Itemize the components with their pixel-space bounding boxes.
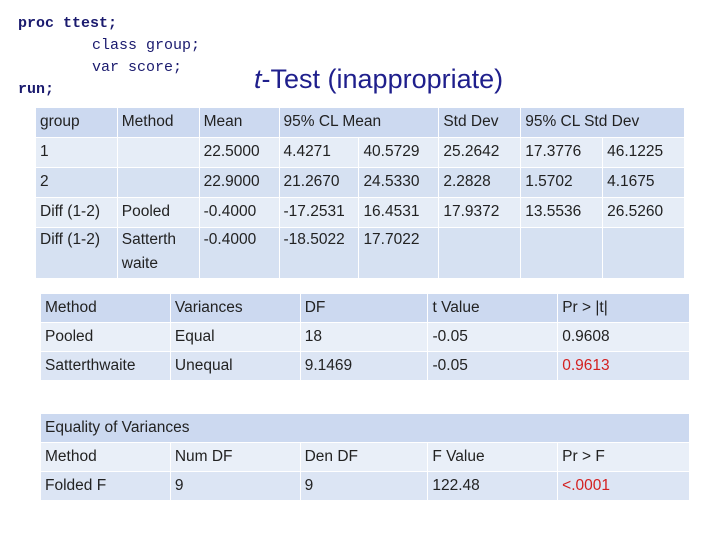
table-row: 1 22.5000 4.4271 40.5729 25.2642 17.3776… <box>35 137 685 168</box>
cell: -0.05 <box>427 322 559 352</box>
highlighted-p-value: <.0001 <box>557 471 690 501</box>
cell: 122.48 <box>427 471 559 501</box>
slide-title-italic: t <box>254 64 262 94</box>
header-cell: DF <box>299 293 429 323</box>
cell: 4.4271 <box>278 137 360 168</box>
header-cell: Method <box>40 442 171 472</box>
cell: 13.5536 <box>520 197 604 228</box>
table-row: 2 22.9000 21.2670 24.5330 2.2828 1.5702 … <box>35 167 685 198</box>
code-line-run: run; <box>18 81 55 98</box>
cell: 16.4531 <box>358 197 440 228</box>
header-cell: Method <box>116 107 200 138</box>
cell: 2 <box>35 167 118 198</box>
cell: 1 <box>35 137 118 168</box>
ttest-table: Method Variances DF t Value Pr > |t| Poo… <box>40 293 690 381</box>
cell-line: waite <box>121 255 158 272</box>
cell: Folded F <box>40 471 171 501</box>
cell: 17.3776 <box>520 137 604 168</box>
cell: 0.9608 <box>557 322 690 352</box>
cell: -0.4000 <box>198 227 280 279</box>
cell <box>116 167 200 198</box>
cell: 1.5702 <box>520 167 604 198</box>
cell <box>438 227 522 279</box>
sas-code-block: proc ttest; class group; var score; run; <box>18 13 200 101</box>
cell: 26.5260 <box>602 197 685 228</box>
table-row: Folded F 9 9 122.48 <.0001 <box>40 471 690 501</box>
header-cell: Den DF <box>299 442 429 472</box>
cell: Equal <box>169 322 301 352</box>
cell: 4.1675 <box>602 167 685 198</box>
header-cell: 95% CL Mean <box>278 107 440 138</box>
header-cell: t Value <box>427 293 559 323</box>
cell: 9 <box>299 471 429 501</box>
cell: Diff (1-2) <box>35 227 118 279</box>
table-caption: Equality of Variances <box>40 413 690 443</box>
cell: -0.05 <box>427 351 559 381</box>
table-row: Diff (1-2) Satterth waite -0.4000 -18.502… <box>35 227 685 279</box>
cell: 25.2642 <box>438 137 522 168</box>
header-cell: Pr > |t| <box>557 293 690 323</box>
table-row: Satterthwaite Unequal 9.1469 -0.05 0.961… <box>40 351 690 381</box>
cell: 9.1469 <box>299 351 429 381</box>
cell: 22.9000 <box>198 167 280 198</box>
cell: Satterthwaite <box>40 351 171 381</box>
cell-line: Satterth <box>121 231 177 248</box>
cell <box>520 227 604 279</box>
table-header-row: Method Variances DF t Value Pr > |t| <box>40 293 690 323</box>
cell <box>602 227 685 279</box>
cell: 24.5330 <box>358 167 440 198</box>
cell: 9 <box>169 471 301 501</box>
header-cell: Variances <box>169 293 301 323</box>
header-cell: 95% CL Std Dev <box>520 107 685 138</box>
cell: Diff (1-2) <box>35 197 118 228</box>
cell: Pooled <box>116 197 200 228</box>
equality-of-variances-table: Equality of Variances Method Num DF Den … <box>40 413 690 501</box>
header-cell: F Value <box>427 442 559 472</box>
header-cell: group <box>35 107 118 138</box>
code-line-var: var score; <box>92 59 183 76</box>
code-line-proc: proc ttest; <box>18 15 118 32</box>
cell: -18.5022 <box>278 227 360 279</box>
cell: 22.5000 <box>198 137 280 168</box>
cell: 46.1225 <box>602 137 685 168</box>
cell: 40.5729 <box>358 137 440 168</box>
highlighted-p-value: 0.9613 <box>557 351 690 381</box>
table-header-row: group Method Mean 95% CL Mean Std Dev 95… <box>35 107 685 138</box>
header-cell: Mean <box>198 107 280 138</box>
header-cell: Method <box>40 293 171 323</box>
statistics-table: group Method Mean 95% CL Mean Std Dev 95… <box>35 107 685 279</box>
header-cell: Pr > F <box>557 442 690 472</box>
cell: 18 <box>299 322 429 352</box>
cell: 17.9372 <box>438 197 522 228</box>
code-line-class: class group; <box>92 37 201 54</box>
header-cell: Num DF <box>169 442 301 472</box>
cell: 2.2828 <box>438 167 522 198</box>
cell: Pooled <box>40 322 171 352</box>
cell: -0.4000 <box>198 197 280 228</box>
table-header-row: Method Num DF Den DF F Value Pr > F <box>40 442 690 472</box>
cell-satterthwaite: Satterth waite <box>116 227 200 279</box>
table-caption-row: Equality of Variances <box>40 413 690 443</box>
slide-title: t-Test (inappropriate) <box>254 64 503 95</box>
table-row: Diff (1-2) Pooled -0.4000 -17.2531 16.45… <box>35 197 685 228</box>
cell: 17.7022 <box>358 227 440 279</box>
cell <box>116 137 200 168</box>
header-cell: Std Dev <box>438 107 522 138</box>
cell: 21.2670 <box>278 167 360 198</box>
slide-title-rest: -Test (inappropriate) <box>261 64 504 94</box>
table-row: Pooled Equal 18 -0.05 0.9608 <box>40 322 690 352</box>
cell: Unequal <box>169 351 301 381</box>
cell: -17.2531 <box>278 197 360 228</box>
